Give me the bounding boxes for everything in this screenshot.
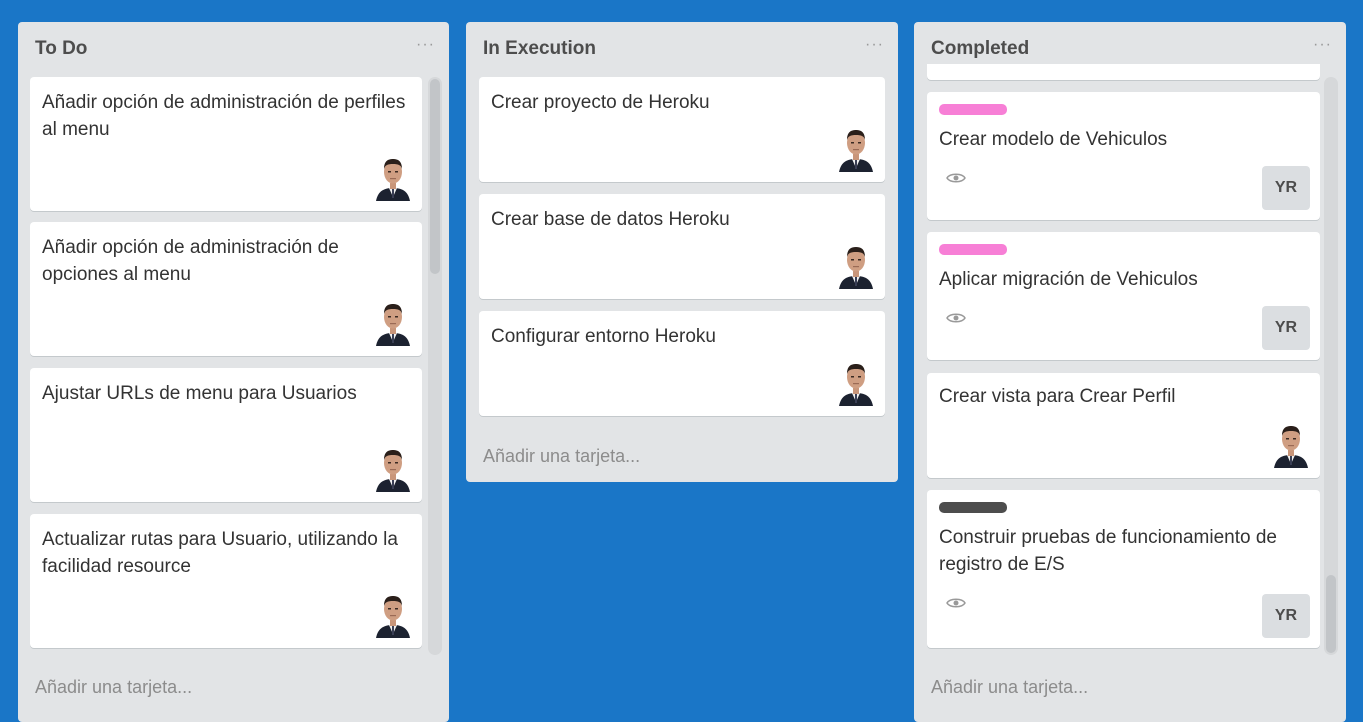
- member-avatar[interactable]: [837, 128, 875, 172]
- card[interactable]: Crear proyecto de Heroku: [479, 77, 885, 182]
- add-card-link[interactable]: Añadir una tarjeta...: [931, 677, 1088, 698]
- scrollbar[interactable]: [428, 77, 442, 655]
- list-todo: To Do ··· Añadir opción de administració…: [18, 22, 449, 722]
- list-completed: Completed ··· Crear modelo de Vehiculos …: [914, 22, 1346, 722]
- member-initials-avatar[interactable]: YR: [1262, 166, 1310, 210]
- card[interactable]: Añadir opción de administración de perfi…: [30, 77, 422, 211]
- card[interactable]: Crear vista para Crear Perfil: [927, 373, 1320, 478]
- member-initials-avatar[interactable]: YR: [1262, 594, 1310, 638]
- card-title: Construir pruebas de funcionamiento de r…: [939, 527, 1277, 575]
- card-label[interactable]: [939, 244, 1007, 255]
- card[interactable]: Configurar entorno Heroku: [479, 311, 885, 416]
- member-avatar[interactable]: [1272, 424, 1310, 468]
- card[interactable]: Actualizar rutas para Usuario, utilizand…: [30, 514, 422, 648]
- member-avatar[interactable]: [374, 448, 412, 492]
- card-title: Configurar entorno Heroku: [491, 326, 716, 347]
- card-title: Actualizar rutas para Usuario, utilizand…: [42, 529, 398, 577]
- member-avatar[interactable]: [374, 594, 412, 638]
- member-avatar[interactable]: [374, 302, 412, 346]
- list-title[interactable]: Completed: [931, 38, 1029, 60]
- eye-icon: [946, 173, 966, 183]
- card[interactable]: Ajustar URLs de menu para Usuarios: [30, 368, 422, 502]
- list-header: In Execution ···: [466, 22, 898, 74]
- member-avatar[interactable]: [837, 245, 875, 289]
- card-title: Ajustar URLs de menu para Usuarios: [42, 383, 357, 404]
- list-in-execution: In Execution ··· Crear proyecto de Herok…: [466, 22, 898, 482]
- card[interactable]: Crear base de datos Heroku: [479, 194, 885, 299]
- card-title: Crear vista para Crear Perfil: [939, 386, 1176, 407]
- card[interactable]: Añadir opción de administración de opcio…: [30, 222, 422, 356]
- card-label[interactable]: [939, 502, 1007, 513]
- scrollbar-thumb[interactable]: [1326, 575, 1336, 653]
- card-title: Añadir opción de administración de perfi…: [42, 92, 406, 140]
- list-menu-button[interactable]: ···: [1313, 36, 1332, 54]
- card-title: Añadir opción de administración de opcio…: [42, 237, 339, 285]
- list-menu-button[interactable]: ···: [865, 36, 884, 54]
- scrollbar[interactable]: [1324, 77, 1338, 655]
- eye-icon: [946, 598, 966, 608]
- add-card-link[interactable]: Añadir una tarjeta...: [35, 677, 192, 698]
- card-label[interactable]: [939, 104, 1007, 115]
- card[interactable]: Construir pruebas de funcionamiento de r…: [927, 490, 1320, 648]
- card-title: Aplicar migración de Vehiculos: [939, 269, 1198, 290]
- card-title: Crear proyecto de Heroku: [491, 92, 710, 113]
- card[interactable]: Crear modelo de Vehiculos YR: [927, 92, 1320, 220]
- add-card-link[interactable]: Añadir una tarjeta...: [483, 446, 640, 467]
- member-avatar[interactable]: [837, 362, 875, 406]
- list-title[interactable]: To Do: [35, 38, 87, 60]
- card[interactable]: Aplicar migración de Vehiculos YR: [927, 232, 1320, 360]
- list-title[interactable]: In Execution: [483, 38, 596, 60]
- list-header: To Do ···: [18, 22, 449, 74]
- member-avatar[interactable]: [374, 157, 412, 201]
- list-menu-button[interactable]: ···: [416, 36, 435, 54]
- member-initials-avatar[interactable]: YR: [1262, 306, 1310, 350]
- card-title: Crear modelo de Vehiculos: [939, 129, 1168, 150]
- card-title: Crear base de datos Heroku: [491, 209, 730, 230]
- scrollbar-thumb[interactable]: [430, 79, 440, 274]
- eye-icon: [946, 313, 966, 323]
- card-partial[interactable]: [927, 64, 1320, 80]
